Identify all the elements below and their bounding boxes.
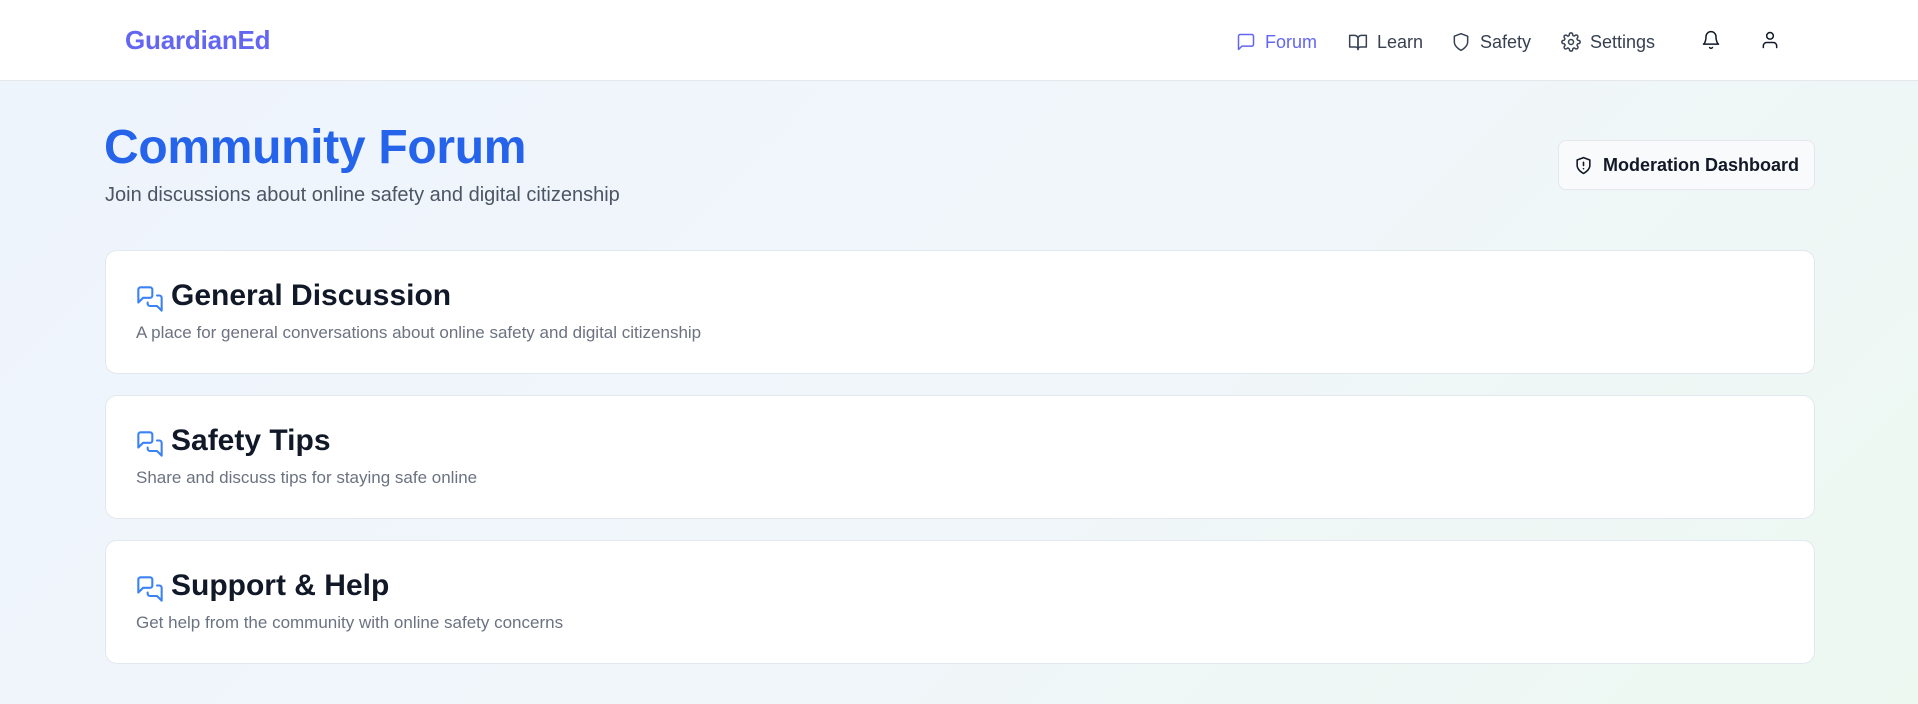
nav-settings-label: Settings (1590, 31, 1656, 52)
gear-icon (1561, 32, 1581, 52)
messages-icon (137, 286, 163, 312)
page-title: Community Forum (104, 121, 527, 174)
category-title: Safety Tips (171, 424, 331, 457)
category-description: Get help from the community with online … (136, 613, 564, 632)
notifications-button[interactable] (1698, 27, 1724, 53)
page-subtitle: Join discussions about online safety and… (105, 184, 620, 206)
nav-learn[interactable]: Learn (1348, 29, 1423, 55)
moderation-dashboard-label: Moderation Dashboard (1602, 154, 1799, 175)
nav-forum-label: Forum (1265, 31, 1318, 52)
messages-icon (137, 576, 163, 602)
top-navbar: GuardianEd Forum Learn Safety Settings (0, 0, 1918, 81)
bell-icon (1702, 30, 1720, 50)
messages-icon (137, 431, 163, 457)
nav-forum[interactable]: Forum (1236, 29, 1317, 55)
user-icon (1762, 31, 1778, 49)
nav-safety[interactable]: Safety (1451, 29, 1531, 55)
category-card-support-help[interactable]: Support & Help Get help from the communi… (105, 540, 1815, 664)
category-title: Support & Help (171, 569, 390, 602)
profile-button[interactable] (1757, 27, 1783, 53)
nav-settings[interactable]: Settings (1561, 29, 1655, 55)
category-card-safety-tips[interactable]: Safety Tips Share and discuss tips for s… (105, 395, 1815, 519)
shield-icon (1453, 32, 1469, 52)
moderation-dashboard-button[interactable]: Moderation Dashboard (1558, 140, 1815, 190)
book-open-icon (1348, 34, 1368, 51)
category-card-general-discussion[interactable]: General Discussion A place for general c… (105, 250, 1815, 374)
nav-learn-label: Learn (1377, 31, 1424, 52)
category-description: A place for general conversations about … (136, 323, 702, 342)
brand-logo[interactable]: GuardianEd (125, 25, 271, 56)
message-square-icon (1237, 33, 1255, 51)
category-description: Share and discuss tips for staying safe … (136, 468, 478, 487)
nav-safety-label: Safety (1480, 31, 1532, 52)
shield-alert-icon (1576, 156, 1591, 174)
category-title: General Discussion (171, 279, 452, 312)
